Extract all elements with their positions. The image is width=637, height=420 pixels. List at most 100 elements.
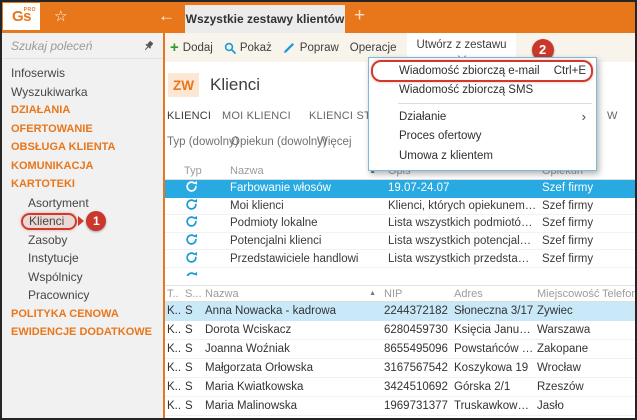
new-tab-plus-icon[interactable]: + <box>354 5 365 27</box>
sidebar-item-ofertowanie[interactable]: OFERTOWANIE <box>2 120 163 139</box>
sidebar-item-label: Zasoby <box>28 233 67 247</box>
client-status: S <box>182 400 202 412</box>
add-button[interactable]: + Dodaj <box>170 40 213 55</box>
set-row-przedstawiciele-handlowi[interactable]: Przedstawiciele handlowiLista wszystkich… <box>165 250 635 268</box>
sidebar-item-instytucje[interactable]: Instytucje <box>2 249 163 268</box>
show-button-label: Pokaż <box>240 42 272 54</box>
filter-opiekun-dowolny[interactable]: Opiekun (dowolny) <box>231 136 327 148</box>
client-row-dorota-wciskacz[interactable]: K..SDorota Wciskacz6280459730Księcia Jan… <box>165 321 635 340</box>
client-row-maria-malinowska[interactable]: K..SMaria Malinowska1969731377Truskawkow… <box>165 397 635 416</box>
sidebar-item-infoserwis[interactable]: Infoserwis <box>2 64 163 83</box>
filter-wiecej[interactable]: Więcej <box>317 136 352 148</box>
column-header-adres[interactable]: Adres <box>450 288 535 300</box>
set-name: Moi klienci <box>225 200 380 212</box>
set-description: 19.07-24.07 <box>380 182 537 194</box>
set-row-potencjalni-klienci[interactable]: Potencjalni klienciLista wszystkich pote… <box>165 233 635 251</box>
client-row-anna-nowacka-kadrowa[interactable]: K..SAnna Nowacka - kadrowa2244372182Słon… <box>165 302 635 321</box>
sidebar-item-asortyment[interactable]: Asortyment <box>2 194 163 213</box>
set-description: Lista wszystkich podmiotów z mi... <box>380 217 537 229</box>
refresh-icon <box>185 198 198 211</box>
set-description: Lista wszystkich potencjalnych kli... <box>380 235 537 247</box>
command-search[interactable]: Szukaj poleceń <box>2 33 163 59</box>
client-city: Wrocław <box>535 362 600 374</box>
refresh-icon <box>185 215 198 228</box>
set-row-podmioty-lokalne[interactable]: Podmioty lokalneLista wszystkich podmiot… <box>165 215 635 233</box>
client-type: K.. <box>165 343 182 355</box>
sidebar-item-obs-uga-klienta[interactable]: OBSŁUGA KLIENTA <box>2 138 163 157</box>
sidebar-item-zasoby[interactable]: Zasoby <box>2 231 163 250</box>
menu-item-wiadomosc-zbiorcza-sms[interactable]: Wiadomość zbiorczą SMS <box>369 81 596 101</box>
set-owner: Szef firmy <box>537 200 635 212</box>
tab-moi-klienci[interactable]: MOI KLIENCI <box>222 110 291 122</box>
menu-item-dzia-anie[interactable]: Działanie› <box>369 107 596 127</box>
client-status: S <box>182 381 202 393</box>
plus-icon: + <box>170 40 179 55</box>
pin-icon[interactable] <box>143 40 154 52</box>
favorites-star-icon[interactable]: ☆ <box>54 7 67 25</box>
client-address: Księcia Janusza... <box>450 324 535 336</box>
sidebar-menu: InfoserwisWyszukiwarkaDZIAŁANIAOFERTOWAN… <box>2 59 163 342</box>
client-status: S <box>182 305 202 317</box>
client-name: Dorota Wciskacz <box>202 324 380 336</box>
sidebar-item-polityka-cenowa[interactable]: POLITYKA CENOWA <box>2 305 163 324</box>
sidebar-item-ewidencje-dodatkowe[interactable]: EWIDENCJE DODATKOWE <box>2 323 163 342</box>
search-icon <box>224 42 236 54</box>
sidebar-item-wspolnicy[interactable]: Wspólnicy <box>2 268 163 287</box>
sidebar-item-label: KARTOTEKI <box>11 178 75 190</box>
sidebar-item-klienci[interactable]: Klienci1 <box>2 212 163 231</box>
operations-button[interactable]: Operacje <box>350 42 397 54</box>
sidebar-item-wyszukiwarka[interactable]: Wyszukiwarka <box>2 83 163 102</box>
column-header-miejscowosc[interactable]: Miejscowość <box>535 288 600 300</box>
column-header-typ[interactable]: Typ <box>165 165 225 177</box>
search-placeholder[interactable]: Szukaj poleceń <box>11 39 143 53</box>
client-status: S <box>182 362 202 374</box>
client-city: Żywiec <box>535 305 600 317</box>
client-address: Koszykowa 19 <box>450 362 535 374</box>
show-button[interactable]: Pokaż <box>224 42 272 54</box>
column-header-nazwa[interactable]: Nazwa ▲ <box>225 165 380 177</box>
menu-item-label: Działanie <box>399 111 446 123</box>
menu-item-umowa-z-klientem[interactable]: Umowa z klientem <box>369 146 596 166</box>
client-nip: 3167567542 <box>380 362 450 374</box>
client-row-maria-kwiatkowska[interactable]: K..SMaria Kwiatkowska3424510692Górska 2/… <box>165 378 635 397</box>
annotation-box-1: Klienci <box>21 213 77 230</box>
page-title: Klienci <box>210 73 260 97</box>
back-arrow-icon[interactable]: ← <box>158 6 175 26</box>
set-row-moi-klienci[interactable]: Moi klienciKlienci, których opiekunem je… <box>165 198 635 216</box>
client-row-joanna-wozniak[interactable]: K..SJoanna Woźniak8655495096Powstańców L… <box>165 340 635 359</box>
edit-button[interactable]: Popraw <box>283 42 339 54</box>
tab-w[interactable]: W <box>607 110 618 122</box>
column-header-nazwa2[interactable]: Nazwa ▲ <box>202 288 380 300</box>
column-header-telefon[interactable]: Telefon <box>600 288 637 300</box>
top-bar: Gs PRO ☆ ← Wszystkie zestawy klientów + <box>2 2 635 33</box>
sidebar-item-label: POLITYKA CENOWA <box>11 308 119 320</box>
sidebar-item-label: Instytucje <box>28 251 79 265</box>
menu-item-proces-ofertowy[interactable]: Proces ofertowy <box>369 127 596 147</box>
sidebar-item-dzia-ania[interactable]: DZIAŁANIA <box>2 101 163 120</box>
filter-typ-dowolny[interactable]: Typ (dowolny) <box>167 136 239 148</box>
menu-item-label: Umowa z klientem <box>399 150 493 162</box>
set-row-farbowanie-w-osow[interactable]: Farbowanie włosów19.07-24.07Szef firmy <box>165 180 635 198</box>
client-type: K.. <box>165 305 182 317</box>
window-tab[interactable]: Wszystkie zestawy klientów <box>185 5 345 33</box>
client-nip: 1969731377 <box>380 400 450 412</box>
set-name: Podmioty lokalne <box>225 217 380 229</box>
view-type-badge: ZW <box>168 73 199 97</box>
client-city: Zakopane <box>535 343 600 355</box>
sidebar-item-pracownicy[interactable]: Pracownicy <box>2 286 163 305</box>
set-owner: Szef firmy <box>537 217 635 229</box>
client-row-ma-gorzata-or-owska[interactable]: K..SMałgorzata Orłowska3167567542Koszyko… <box>165 359 635 378</box>
tab-klienci[interactable]: KLIENCI <box>167 110 211 122</box>
sidebar-item-komunikacja[interactable]: KOMUNIKACJA <box>2 157 163 176</box>
client-name: Maria Kwiatkowska <box>202 381 380 393</box>
sidebar-item-kartoteki[interactable]: KARTOTEKI <box>2 175 163 194</box>
client-nip: 6280459730 <box>380 324 450 336</box>
client-name: Małgorzata Orłowska <box>202 362 380 374</box>
client-nip: 3424510692 <box>380 381 450 393</box>
column-header-s[interactable]: S... <box>182 288 202 300</box>
column-header-t[interactable]: T.. <box>165 288 182 300</box>
menu-item-wiadomosc-zbiorcza-e-mail[interactable]: Wiadomość zbiorczą e-mailCtrl+E <box>369 61 596 81</box>
column-header-nip[interactable]: NIP <box>380 288 450 300</box>
create-from-set-label: Utwórz z zestawu <box>416 39 506 51</box>
set-type-cell <box>165 198 225 214</box>
